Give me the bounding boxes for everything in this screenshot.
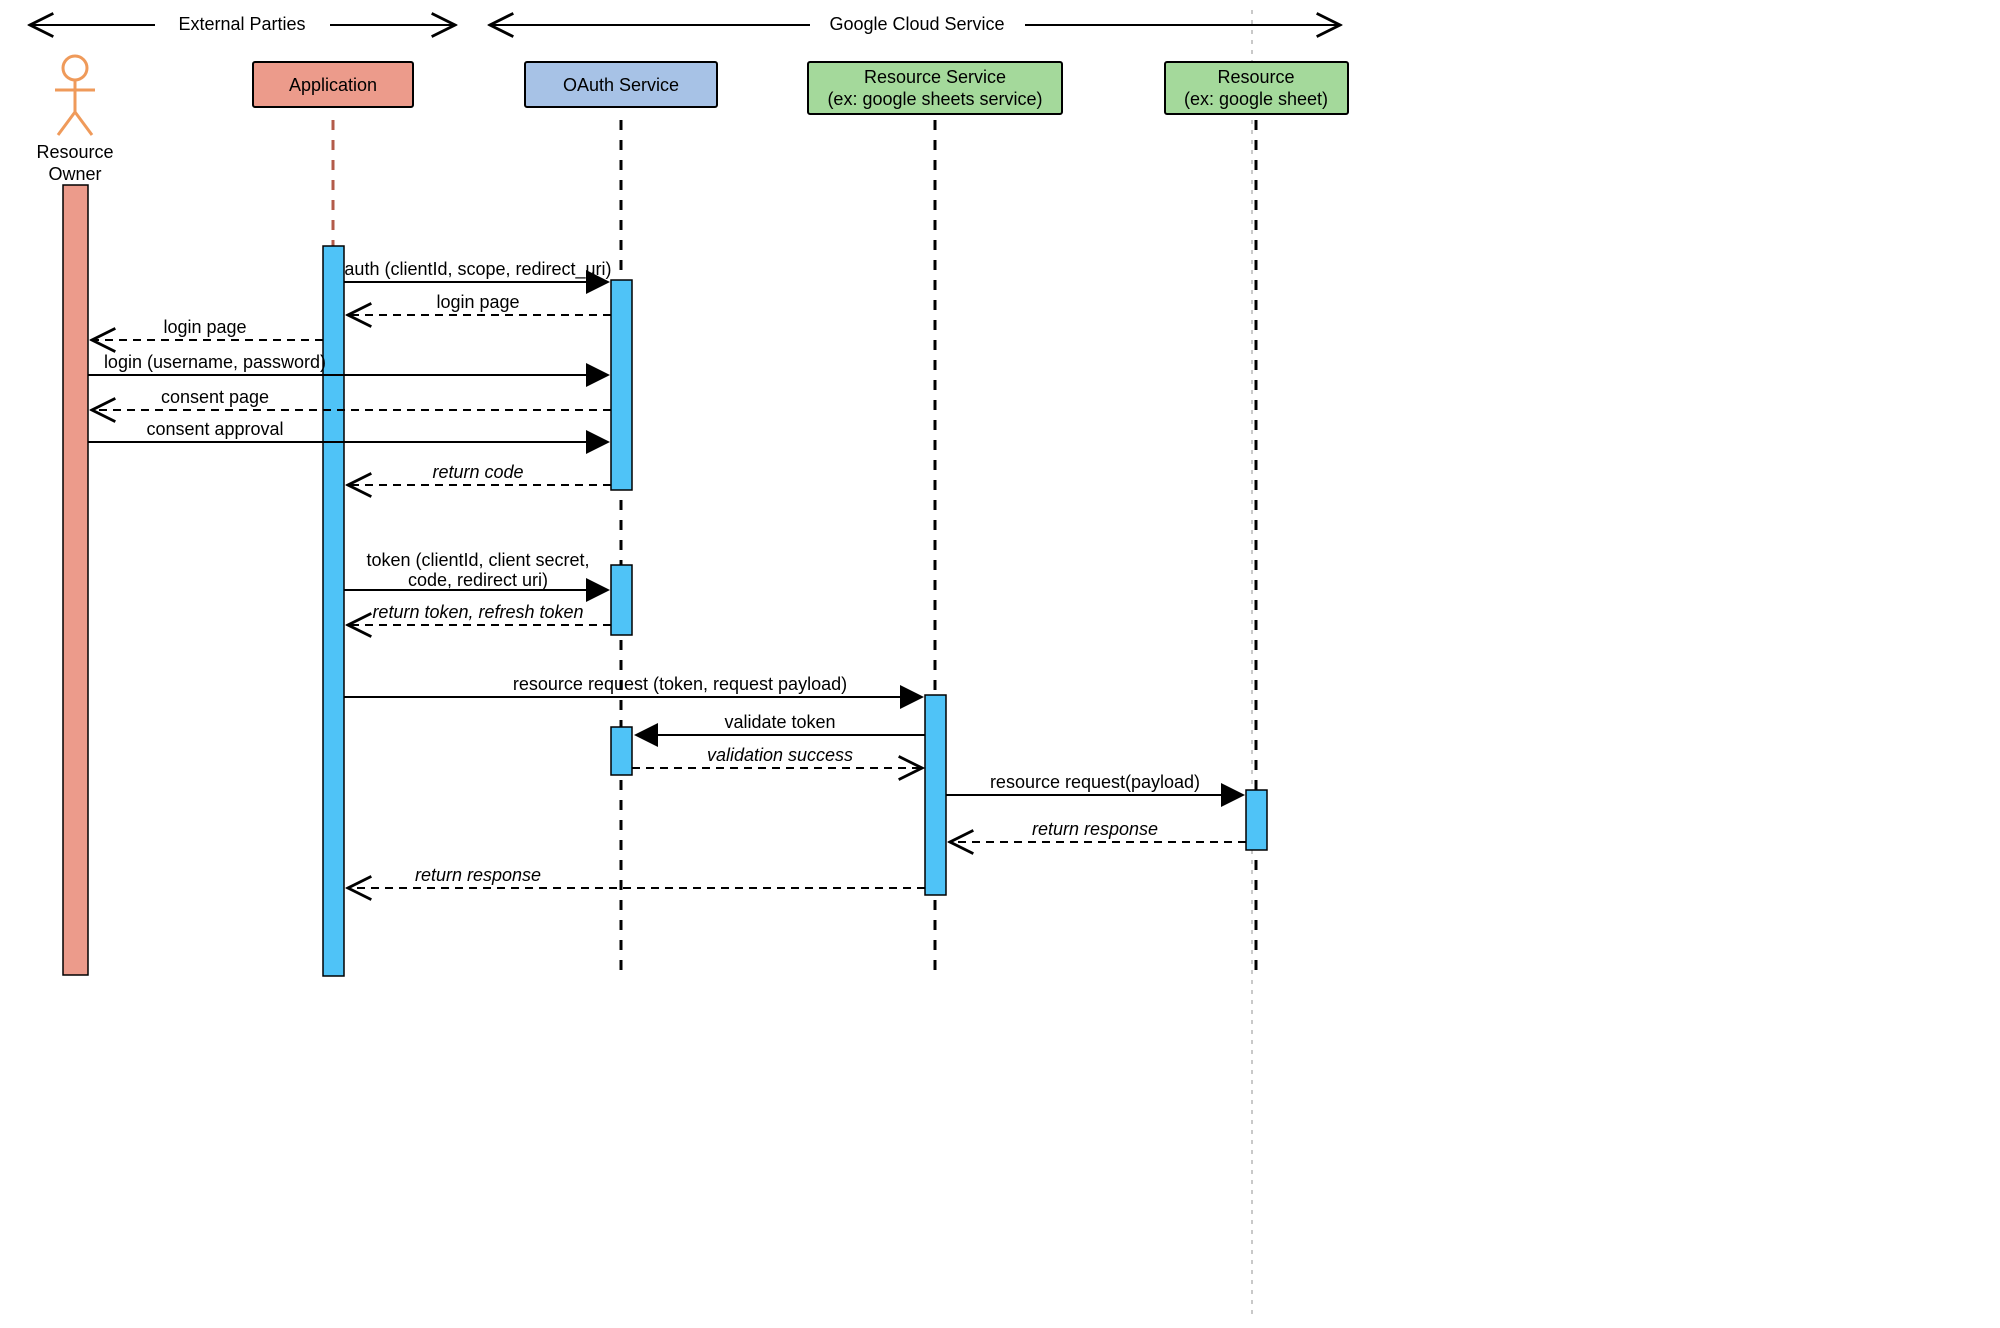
svg-text:return token, refresh token: return token, refresh token: [372, 602, 583, 622]
msg-return-code: return code: [348, 462, 611, 485]
activation-oauth-1: [611, 280, 632, 490]
msg-consent-page: consent page: [92, 387, 611, 410]
svg-text:resource request(payload): resource request(payload): [990, 772, 1200, 792]
activation-oauth-2: [611, 565, 632, 635]
google-cloud-label: Google Cloud Service: [829, 14, 1004, 34]
msg-validate-token: validate token: [636, 712, 925, 735]
svg-text:code, redirect uri): code, redirect uri): [408, 570, 548, 590]
actor-application: Application: [253, 62, 413, 107]
svg-text:login page: login page: [163, 317, 246, 337]
activation-oauth-3: [611, 727, 632, 775]
resource-label-1: Resource: [1217, 67, 1294, 87]
msg-login-page-app: login page: [348, 292, 611, 315]
activation-resource-service: [925, 695, 946, 895]
msg-token: token (clientId, client secret, code, re…: [344, 550, 608, 590]
application-label: Application: [289, 75, 377, 95]
svg-text:consent approval: consent approval: [146, 419, 283, 439]
oauth-label: OAuth Service: [563, 75, 679, 95]
actor-resource-service: Resource Service (ex: google sheets serv…: [808, 62, 1062, 114]
svg-text:login (username, password): login (username, password): [104, 352, 326, 372]
svg-text:validate token: validate token: [724, 712, 835, 732]
actor-resource-owner: Resource Owner: [36, 56, 113, 184]
msg-login-page-owner: login page: [92, 317, 323, 340]
svg-text:token (clientId, client secret: token (clientId, client secret,: [366, 550, 589, 570]
owner-label-2: Owner: [48, 164, 101, 184]
svg-text:login page: login page: [436, 292, 519, 312]
msg-return-response-1: return response: [950, 819, 1246, 842]
svg-text:auth (clientId, scope, redirec: auth (clientId, scope, redirect_uri): [344, 259, 611, 280]
owner-label-1: Resource: [36, 142, 113, 162]
actor-resource: Resource (ex: google sheet): [1165, 62, 1348, 114]
msg-resource-request-payload: resource request(payload): [946, 772, 1243, 795]
msg-validation-success: validation success: [632, 745, 922, 768]
msg-login: login (username, password): [88, 352, 608, 375]
svg-text:return response: return response: [415, 865, 541, 885]
activation-resource: [1246, 790, 1267, 850]
msg-consent-approval: consent approval: [88, 419, 608, 442]
activation-application: [323, 246, 344, 976]
actor-oauth: OAuth Service: [525, 62, 717, 107]
activation-owner: [63, 185, 88, 975]
svg-text:return code: return code: [432, 462, 523, 482]
resource-service-label-2: (ex: google sheets service): [827, 89, 1042, 109]
svg-text:return response: return response: [1032, 819, 1158, 839]
msg-return-response-2: return response: [348, 865, 925, 888]
msg-return-token: return token, refresh token: [348, 602, 611, 625]
msg-auth: auth (clientId, scope, redirect_uri): [344, 259, 612, 282]
svg-text:consent page: consent page: [161, 387, 269, 407]
msg-resource-request: resource request (token, request payload…: [344, 674, 922, 697]
resource-label-2: (ex: google sheet): [1184, 89, 1328, 109]
sequence-diagram: External Parties Google Cloud Service Re…: [0, 0, 2000, 1328]
top-group-google: Google Cloud Service: [490, 8, 1340, 38]
svg-text:validation success: validation success: [707, 745, 853, 765]
top-group-external: External Parties: [30, 8, 455, 38]
resource-service-label-1: Resource Service: [864, 67, 1006, 87]
external-parties-label: External Parties: [178, 14, 305, 34]
svg-text:resource request (token, reque: resource request (token, request payload…: [513, 674, 847, 694]
